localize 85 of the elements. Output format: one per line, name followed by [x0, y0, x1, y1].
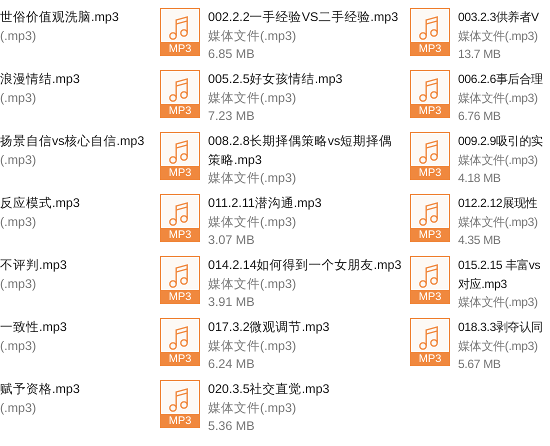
file-name: 不评判.mp3 [0, 257, 68, 274]
file-type-label: MP3 [160, 290, 200, 304]
file-type-label: MP3 [160, 166, 200, 180]
file-type: 媒体文件(.mp3) [458, 294, 539, 311]
file-type: 媒体文件(.mp3) [208, 214, 298, 231]
file-name: 012.2.12展现性 [458, 195, 538, 212]
file-item[interactable]: MP3 008.2.8长期择偶策略vs短期择偶策略.mp3 媒体文件(.mp3) [160, 126, 405, 188]
file-item[interactable]: 浪漫情结.mp3 (.mp3) [0, 64, 150, 126]
file-type-label: MP3 [160, 414, 200, 428]
file-name: 赋予资格.mp3 [0, 381, 81, 398]
file-type: (.mp3) [0, 276, 38, 293]
file-item[interactable]: MP3 020.3.5社交直觉.mp3 媒体文件(.mp3) 5.36 MB [160, 374, 405, 436]
file-type-label: MP3 [410, 228, 450, 242]
file-size: 6.85 MB [208, 46, 256, 63]
file-type: (.mp3) [0, 90, 38, 107]
file-name: 011.2.11潜沟通.mp3 [208, 195, 323, 212]
file-name: 018.3.3剥夺认同 [458, 319, 544, 336]
file-size: 4.35 MB [458, 232, 502, 249]
file-type: 媒体文件(.mp3) [208, 276, 298, 293]
file-item[interactable]: MP3 006.2.6事后合理 媒体文件(.mp3) 6.76 MB [410, 64, 550, 126]
file-name: 017.3.2微观调节.mp3 [208, 319, 330, 336]
file-type: (.mp3) [0, 28, 38, 45]
file-size: 3.07 MB [208, 232, 256, 249]
file-size: 6.24 MB [208, 356, 256, 373]
file-type: 媒体文件(.mp3) [458, 338, 539, 354]
file-size: 3.91 MB [208, 294, 256, 311]
file-item[interactable]: 扬景自信vs核心自信.mp3 (.mp3) [0, 126, 150, 188]
file-type: 媒体文件(.mp3) [458, 90, 539, 106]
file-item[interactable]: MP3 011.2.11潜沟通.mp3 媒体文件(.mp3) 3.07 MB [160, 188, 405, 250]
file-name: 扬景自信vs核心自信.mp3 [0, 133, 146, 150]
file-type: 媒体文件(.mp3) [208, 28, 298, 45]
file-name: 世俗价值观洗脑.mp3 [0, 9, 120, 26]
file-type-label: MP3 [410, 166, 450, 180]
file-type: 媒体文件(.mp3) [208, 338, 298, 355]
file-item[interactable]: 不评判.mp3 (.mp3) [0, 250, 150, 312]
file-size: 5.36 MB [208, 418, 256, 435]
file-item[interactable]: MP3 005.2.5好女孩情结.mp3 媒体文件(.mp3) 7.23 MB [160, 64, 405, 126]
file-item[interactable]: MP3 018.3.3剥夺认同 媒体文件(.mp3) 5.67 MB [410, 312, 550, 374]
file-type-label: MP3 [160, 104, 200, 118]
file-item[interactable]: 一致性.mp3 (.mp3) [0, 312, 150, 374]
file-type-label: MP3 [410, 104, 450, 118]
file-size: 13.7 MB [458, 46, 502, 63]
file-name: 对应.mp3 [458, 276, 508, 292]
file-type-label: MP3 [160, 42, 200, 56]
file-type-label: MP3 [160, 352, 200, 366]
file-size: 4.18 MB [458, 170, 502, 187]
file-type: 媒体文件(.mp3) [208, 90, 298, 107]
file-item[interactable]: MP3 014.2.14如何得到一个女朋友.mp3 媒体文件(.mp3) 3.91 MB [160, 250, 405, 312]
file-name: 一致性.mp3 [0, 319, 68, 336]
file-name: 反应模式.mp3 [0, 195, 81, 212]
file-type-label: MP3 [160, 228, 200, 242]
file-type-label: MP3 [410, 352, 450, 366]
file-type: 媒体文件(.mp3) [208, 170, 298, 187]
file-item[interactable]: MP3 002.2.2一手经验VS二手经验.mp3 媒体文件(.mp3) 6.85 MB [160, 2, 405, 64]
file-name: 浪漫情结.mp3 [0, 71, 81, 88]
file-item[interactable]: 世俗价值观洗脑.mp3 (.mp3) [0, 2, 150, 64]
file-type-label: MP3 [410, 42, 450, 56]
file-name: 009.2.9吸引的实 [458, 133, 544, 150]
file-item[interactable]: MP3 009.2.9吸引的实 媒体文件(.mp3) 4.18 MB [410, 126, 550, 188]
file-item[interactable]: MP3 003.2.3供养者V 媒体文件(.mp3) 13.7 MB [410, 2, 550, 64]
file-name: 015.2.15 丰富vs [458, 257, 542, 274]
file-type: (.mp3) [0, 400, 38, 417]
file-type: 媒体文件(.mp3) [458, 28, 539, 44]
file-type-label: MP3 [410, 290, 450, 304]
file-type: (.mp3) [0, 152, 38, 169]
file-size: 7.23 MB [208, 108, 256, 125]
file-type: (.mp3) [0, 338, 38, 355]
file-name: 003.2.3供养者V [458, 9, 540, 26]
file-name: 002.2.2一手经验VS二手经验.mp3 [208, 9, 400, 26]
file-type: 媒体文件(.mp3) [208, 400, 298, 417]
file-item[interactable]: MP3 012.2.12展现性 媒体文件(.mp3) 4.35 MB [410, 188, 550, 250]
file-name: 020.3.5社交直觉.mp3 [208, 381, 330, 398]
file-size: 6.76 MB [458, 108, 502, 125]
file-type: 媒体文件(.mp3) [458, 152, 539, 168]
file-name: 008.2.8长期择偶策略vs短期择偶策略.mp3 [208, 133, 394, 169]
file-name: 005.2.5好女孩情结.mp3 [208, 71, 344, 88]
file-item[interactable]: MP3 017.3.2微观调节.mp3 媒体文件(.mp3) 6.24 MB [160, 312, 405, 374]
file-name: 006.2.6事后合理 [458, 71, 544, 88]
file-item[interactable]: 反应模式.mp3 (.mp3) [0, 188, 150, 250]
file-size: 5.67 MB [458, 356, 502, 373]
file-item[interactable]: MP3 015.2.15 丰富vs 对应.mp3 媒体文件(.mp3) [410, 250, 550, 312]
file-name: 014.2.14如何得到一个女朋友.mp3 [208, 257, 402, 274]
file-type: (.mp3) [0, 214, 38, 231]
file-item[interactable]: 赋予资格.mp3 (.mp3) [0, 374, 150, 436]
file-type: 媒体文件(.mp3) [458, 214, 539, 230]
